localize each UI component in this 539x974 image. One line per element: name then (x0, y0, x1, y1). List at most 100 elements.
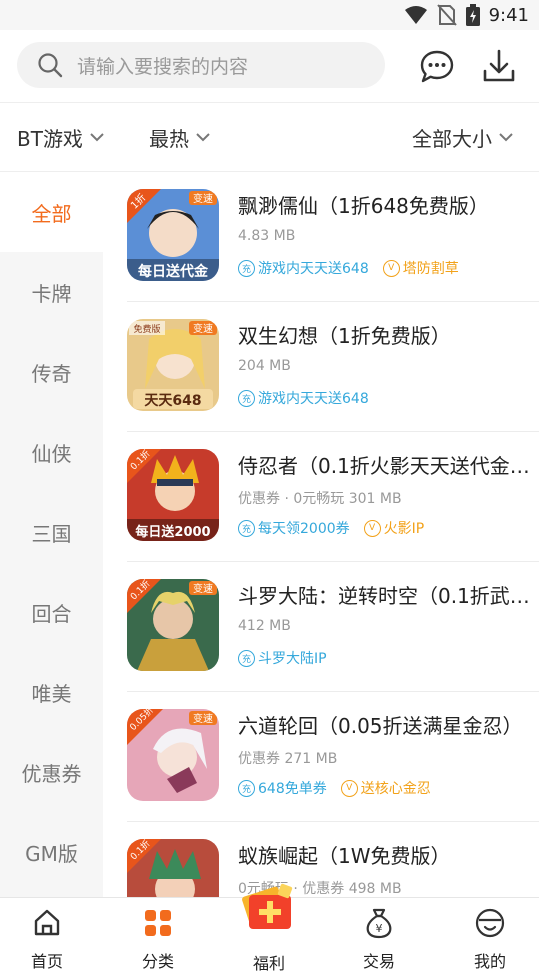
money-bag-icon: ¥ (366, 908, 392, 939)
icon-flag-text: 变速 (193, 712, 213, 725)
game-meta: 优惠券 271 MB (238, 751, 338, 767)
wifi-icon (404, 6, 427, 24)
sidebar-item-aesthetic[interactable]: 唯美 (0, 652, 103, 732)
sidebar-item-turn-based[interactable]: 回合 (0, 572, 103, 652)
filter-sort[interactable]: 最热 (149, 103, 211, 171)
icon-banner-text: 天天648 (144, 393, 201, 409)
nav-label: 分类 (141, 952, 174, 971)
nav-label: 首页 (30, 952, 63, 971)
sidebar-item-legend[interactable]: 传奇 (0, 332, 103, 412)
tag-feature: V 塔防割草 (382, 258, 459, 278)
download-button[interactable] (480, 47, 518, 85)
sidebar-item-coupon[interactable]: 优惠券 (0, 732, 103, 812)
tag-benefit: 充斗罗大陆IP (238, 648, 327, 668)
tag-feature: V 送核心金忍 (340, 778, 431, 798)
game-title: 六道轮回（0.05折送满星金忍） (238, 714, 523, 738)
status-time: 9:41 (488, 4, 529, 26)
game-list-item[interactable]: 0.05折 变速 六道轮回（0.05折送满星金忍） 优惠券 271 MB 充 64… (103, 692, 539, 822)
user-icon (475, 908, 505, 938)
status-icons: 9:41 (404, 0, 529, 30)
icon-banner-text: 每日送2000 (135, 524, 210, 540)
home-icon (34, 909, 60, 936)
game-list-item[interactable]: 免费版 变速 天天648 双生幻想（1折免费版） 204 MB 充游戏内天天送6… (103, 302, 539, 432)
game-meta: 4.83 MB (238, 228, 296, 244)
tag-benefit: 充游戏内天天送648 (238, 258, 369, 278)
game-icon: 0.1折 (127, 839, 219, 897)
game-list: 1折 变速 每日送代金 飘渺儒仙（1折648免费版） 4.83 MB 充游戏内天… (103, 172, 539, 897)
game-title: 蚁族崛起（1W免费版） (238, 844, 451, 868)
game-icon: 1折 变速 每日送代金 (127, 189, 219, 281)
tag-feature: V 火影IP (363, 518, 424, 538)
category-sidebar: 全部 卡牌 传奇 仙侠 三国 回合 唯美 优惠券 GM版 (0, 172, 103, 897)
search-icon (38, 53, 63, 78)
sidebar-item-card[interactable]: 卡牌 (0, 252, 103, 332)
chat-bubble-icon (420, 50, 454, 83)
game-list-item[interactable]: 0.1折 蚁族崛起（1W免费版） 0元畅玩 · 优惠券 498 MB (103, 822, 539, 897)
game-tags: 充斗罗大陆IP (238, 648, 327, 668)
grid-icon (145, 910, 171, 936)
game-title: 飘渺儒仙（1折648免费版） (238, 194, 489, 218)
svg-text:¥: ¥ (376, 922, 383, 935)
nav-label: 交易 (362, 952, 395, 971)
filter-label: 全部大小 (412, 126, 492, 151)
vip-badge-icon: V (382, 259, 400, 277)
sidebar-item-three-kingdoms[interactable]: 三国 (0, 492, 103, 572)
icon-corner-text: 免费版 (133, 323, 160, 335)
game-title: 斗罗大陆：逆转时空（0.1折武… (238, 584, 530, 608)
tag-benefit: 充游戏内天天送648 (238, 388, 369, 408)
game-icon: 免费版 变速 天天648 (127, 319, 219, 411)
filter-bar: BT游戏 最热 全部大小 (0, 103, 539, 172)
download-icon (483, 49, 515, 82)
icon-flag-text: 变速 (193, 322, 213, 335)
vip-badge-icon: V (340, 779, 358, 797)
recharge-badge-icon: 充 (238, 649, 255, 667)
nav-profile[interactable]: 我的 (436, 898, 539, 974)
nav-label: 福利 (252, 954, 285, 973)
recharge-badge-icon: 充 (238, 779, 255, 797)
recharge-badge-icon: 充 (238, 259, 255, 277)
game-tags: 充每天领2000券 V 火影IP (238, 518, 424, 538)
game-list-item[interactable]: 0.1折 变速 斗罗大陆：逆转时空（0.1折武… 412 MB 充斗罗大陆IP (103, 562, 539, 692)
sidebar-item-gm[interactable]: GM版 (0, 812, 103, 892)
recharge-badge-icon: 充 (238, 519, 255, 537)
tag-benefit: 充每天领2000券 (238, 518, 350, 538)
vip-badge-icon: V (363, 519, 381, 537)
game-title: 双生幻想（1折免费版） (238, 324, 451, 348)
chevron-down-icon (90, 133, 104, 142)
message-button[interactable] (418, 48, 456, 86)
game-meta: 204 MB (238, 358, 291, 374)
chevron-down-icon (196, 133, 210, 142)
icon-flag-text: 变速 (193, 582, 213, 595)
status-bar: 9:41 (0, 0, 539, 30)
game-list-item[interactable]: 0.1折 每日送2000 侍忍者（0.1折火影天天送代金… 优惠券 · 0元畅玩… (103, 432, 539, 562)
game-meta: 412 MB (238, 618, 291, 634)
tag-benefit: 充 648免单券 (238, 778, 327, 798)
game-meta: 优惠券 · 0元畅玩 301 MB (238, 491, 402, 507)
battery-icon (465, 4, 480, 26)
search-header: 请输入要搜索的内容 (0, 30, 539, 103)
gift-icon[interactable] (239, 881, 301, 933)
filter-label: 最热 (149, 126, 189, 151)
game-icon: 0.05折 变速 (127, 709, 219, 801)
recharge-badge-icon: 充 (238, 389, 255, 407)
filter-label: BT游戏 (17, 126, 83, 151)
icon-banner-text: 每日送代金 (138, 263, 209, 280)
nav-label: 我的 (473, 952, 506, 971)
nav-home[interactable]: 首页 (0, 898, 101, 974)
chevron-down-icon (499, 133, 513, 142)
nav-trade[interactable]: ¥ 交易 (325, 898, 433, 974)
no-sim-icon (436, 4, 457, 26)
search-input[interactable]: 请输入要搜索的内容 (17, 42, 385, 88)
search-placeholder: 请输入要搜索的内容 (77, 55, 249, 78)
game-list-item[interactable]: 1折 变速 每日送代金 飘渺儒仙（1折648免费版） 4.83 MB 充游戏内天… (103, 172, 539, 302)
sidebar-item-xianxia[interactable]: 仙侠 (0, 412, 103, 492)
game-icon: 0.1折 变速 (127, 579, 219, 671)
filter-size[interactable]: 全部大小 (412, 103, 514, 171)
icon-flag-text: 变速 (193, 192, 213, 205)
game-tags: 充游戏内天天送648 V 塔防割草 (238, 258, 459, 278)
filter-game-type[interactable]: BT游戏 (17, 103, 105, 171)
game-icon: 0.1折 每日送2000 (127, 449, 219, 541)
game-tags: 充游戏内天天送648 (238, 388, 369, 408)
nav-category[interactable]: 分类 (104, 898, 212, 974)
sidebar-item-all[interactable]: 全部 (0, 172, 103, 252)
